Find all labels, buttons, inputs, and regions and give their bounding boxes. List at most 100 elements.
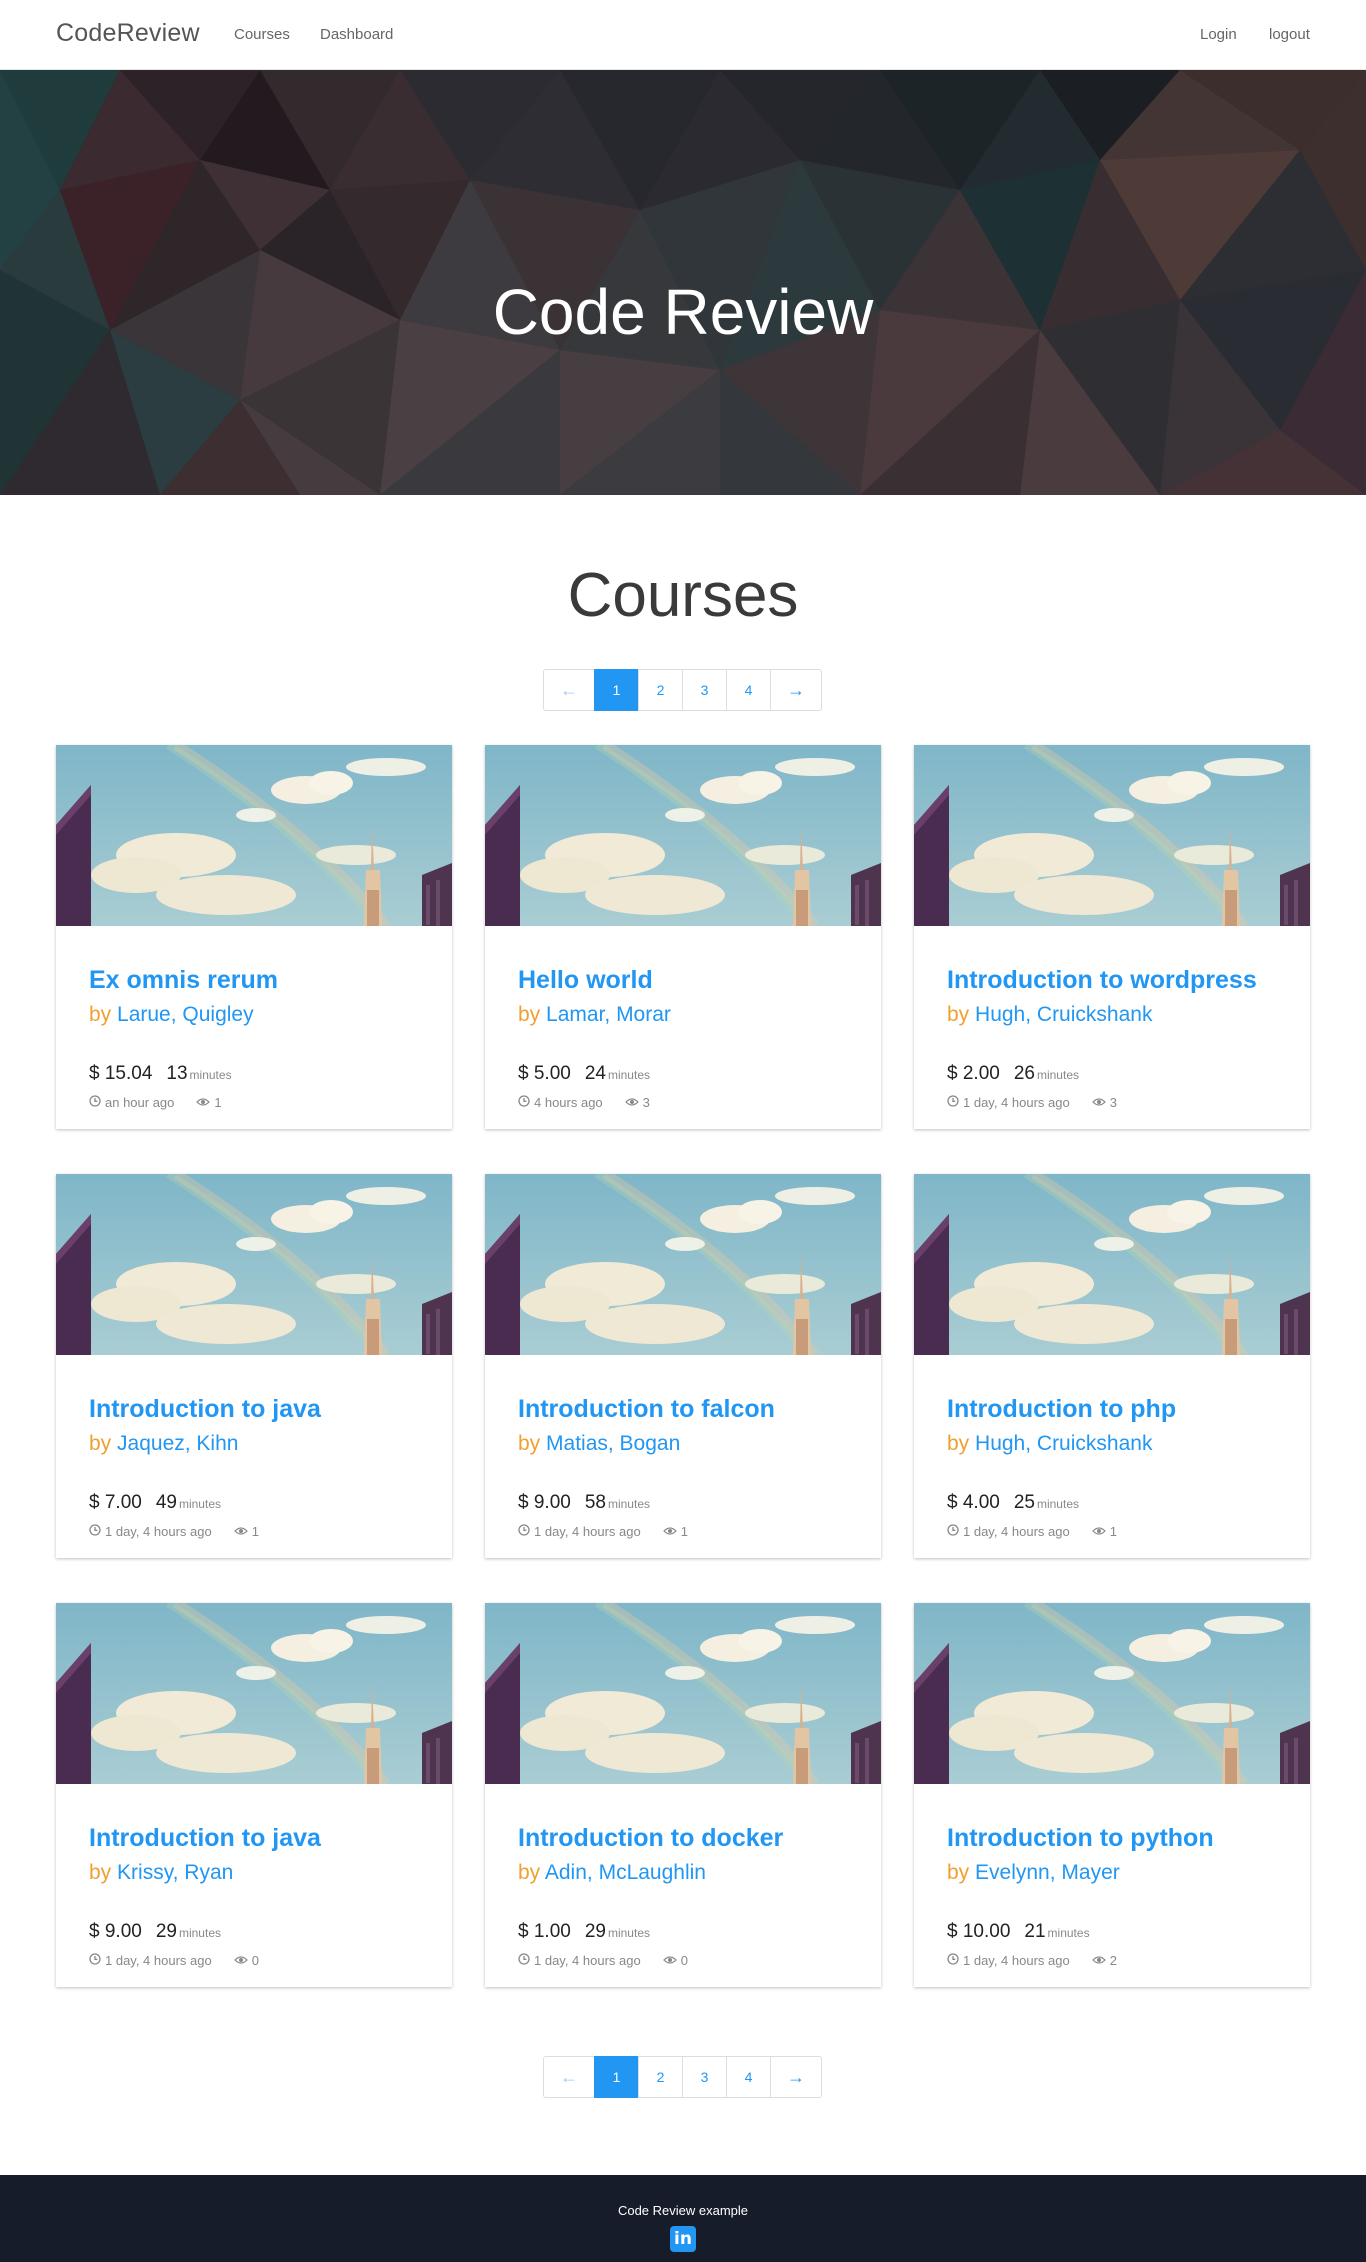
course-meta: 1 day, 4 hours ago 0 — [518, 1953, 688, 1968]
course-view-count: 1 — [680, 1524, 688, 1539]
course-meta: 1 day, 4 hours ago 0 — [89, 1953, 259, 1968]
course-price-duration: $ 5.00 24 minutes — [518, 1063, 650, 1085]
course-price: $ 1.00 — [518, 1921, 571, 1942]
duration-unit: minutes — [607, 1068, 650, 1082]
course-card[interactable]: Introduction to java by Jaquez, Kihn $ 7… — [56, 1174, 452, 1558]
course-title[interactable]: Introduction to java — [89, 1395, 321, 1424]
course-authors: by Jaquez, Kihn — [89, 1432, 238, 1456]
course-authors: by Adin, McLaughlin — [518, 1861, 706, 1885]
nav-dashboard[interactable]: Dashboard — [320, 26, 393, 43]
course-card[interactable]: Introduction to java by Krissy, Ryan $ 9… — [56, 1603, 452, 1987]
navbar: CodeReview Courses Dashboard Login logou… — [0, 0, 1366, 70]
author-prefix: by — [518, 1432, 541, 1455]
page-button-2[interactable]: 2 — [638, 2056, 683, 2098]
author-prefix: by — [947, 1003, 970, 1026]
course-price: $ 7.00 — [89, 1492, 142, 1513]
course-card[interactable]: Introduction to php by Hugh, Cruickshank… — [914, 1174, 1310, 1558]
course-title[interactable]: Introduction to python — [947, 1824, 1214, 1853]
course-card[interactable]: Hello world by Lamar, Morar $ 5.00 24 minu… — [485, 745, 881, 1129]
course-thumbnail[interactable] — [914, 745, 1310, 926]
hero-title: Code Review — [492, 276, 874, 348]
duration-unit: minutes — [1036, 1068, 1079, 1082]
course-updated-time: 4 hours ago — [534, 1095, 603, 1110]
course-thumbnail[interactable] — [56, 1174, 452, 1355]
author-prefix: by — [947, 1432, 970, 1455]
course-thumbnail[interactable] — [485, 1603, 881, 1784]
course-duration: 49 — [155, 1492, 177, 1513]
author-names[interactable]: Jaquez, Kihn — [117, 1432, 238, 1455]
author-names[interactable]: Evelynn, Mayer — [975, 1861, 1120, 1884]
course-price: $ 9.00 — [89, 1921, 142, 1942]
course-thumbnail[interactable] — [56, 745, 452, 926]
course-duration: 13 — [166, 1063, 188, 1084]
page-button-1[interactable]: 1 — [594, 2056, 639, 2098]
course-view-count: 0 — [680, 1953, 688, 1968]
author-names[interactable]: Hugh, Cruickshank — [975, 1432, 1152, 1455]
course-thumbnail[interactable] — [914, 1603, 1310, 1784]
course-updated-time: 1 day, 4 hours ago — [105, 1524, 212, 1539]
course-updated-time: an hour ago — [105, 1095, 175, 1110]
eye-icon — [662, 1953, 677, 1968]
course-title[interactable]: Introduction to falcon — [518, 1395, 775, 1424]
course-meta: 1 day, 4 hours ago 1 — [89, 1524, 259, 1539]
course-view-count: 1 — [214, 1095, 222, 1110]
nav-courses[interactable]: Courses — [234, 26, 290, 43]
course-view-count: 3 — [1109, 1095, 1117, 1110]
course-meta: 1 day, 4 hours ago 2 — [947, 1953, 1117, 1968]
course-title[interactable]: Introduction to wordpress — [947, 966, 1257, 995]
section-title: Courses — [567, 561, 799, 630]
next-page-button[interactable]: → — [770, 669, 822, 711]
nav-logout[interactable]: logout — [1269, 26, 1310, 43]
course-title[interactable]: Introduction to java — [89, 1824, 321, 1853]
course-thumbnail[interactable] — [485, 1174, 881, 1355]
duration-unit: minutes — [1036, 1497, 1079, 1511]
page-button-3[interactable]: 3 — [682, 669, 727, 711]
brand-logo[interactable]: CodeReview — [56, 19, 200, 48]
author-names[interactable]: Krissy, Ryan — [117, 1861, 233, 1884]
linkedin-icon[interactable]: in — [670, 2226, 696, 2252]
course-price-duration: $ 10.00 21 minutes — [947, 1921, 1090, 1943]
nav-login[interactable]: Login — [1200, 26, 1237, 43]
prev-page-button[interactable]: ← — [543, 2056, 595, 2098]
page-button-4[interactable]: 4 — [726, 2056, 771, 2098]
clock-icon — [518, 1953, 530, 1968]
course-card[interactable]: Introduction to python by Evelynn, Mayer… — [914, 1603, 1310, 1987]
course-price-duration: $ 2.00 26 minutes — [947, 1063, 1079, 1085]
course-meta: 1 day, 4 hours ago 1 — [947, 1524, 1117, 1539]
prev-page-button[interactable]: ← — [543, 669, 595, 711]
course-card[interactable]: Ex omnis rerum by Larue, Quigley $ 15.04… — [56, 745, 452, 1129]
page-button-1[interactable]: 1 — [594, 669, 639, 711]
course-card[interactable]: Introduction to docker by Adin, McLaughl… — [485, 1603, 881, 1987]
course-updated-time: 1 day, 4 hours ago — [534, 1524, 641, 1539]
page-button-3[interactable]: 3 — [682, 2056, 727, 2098]
course-thumbnail[interactable] — [485, 745, 881, 926]
author-names[interactable]: Matias, Bogan — [546, 1432, 680, 1455]
author-names[interactable]: Hugh, Cruickshank — [975, 1003, 1152, 1026]
course-view-count: 3 — [642, 1095, 650, 1110]
course-price: $ 2.00 — [947, 1063, 1000, 1084]
course-title[interactable]: Hello world — [518, 966, 653, 995]
course-price-duration: $ 1.00 29 minutes — [518, 1921, 650, 1943]
author-names[interactable]: Lamar, Morar — [546, 1003, 671, 1026]
next-page-button[interactable]: → — [770, 2056, 822, 2098]
author-names[interactable]: Adin, McLaughlin — [545, 1861, 706, 1884]
page-button-4[interactable]: 4 — [726, 669, 771, 711]
eye-icon — [196, 1095, 211, 1110]
course-price-duration: $ 4.00 25 minutes — [947, 1492, 1079, 1514]
course-price: $ 10.00 — [947, 1921, 1011, 1942]
duration-unit: minutes — [607, 1926, 650, 1940]
course-thumbnail[interactable] — [914, 1174, 1310, 1355]
page-button-2[interactable]: 2 — [638, 669, 683, 711]
author-names[interactable]: Larue, Quigley — [117, 1003, 254, 1026]
course-title[interactable]: Ex omnis rerum — [89, 966, 278, 995]
duration-unit: minutes — [178, 1497, 221, 1511]
course-duration: 29 — [155, 1921, 177, 1942]
course-card[interactable]: Introduction to falcon by Matias, Bogan … — [485, 1174, 881, 1558]
course-title[interactable]: Introduction to docker — [518, 1824, 783, 1853]
course-title[interactable]: Introduction to php — [947, 1395, 1176, 1424]
course-updated-time: 1 day, 4 hours ago — [963, 1095, 1070, 1110]
pagination-bottom: ← 1 2 3 4 → — [543, 2056, 822, 2098]
course-thumbnail[interactable] — [56, 1603, 452, 1784]
course-card[interactable]: Introduction to wordpress by Hugh, Cruic… — [914, 745, 1310, 1129]
course-duration: 24 — [584, 1063, 606, 1084]
